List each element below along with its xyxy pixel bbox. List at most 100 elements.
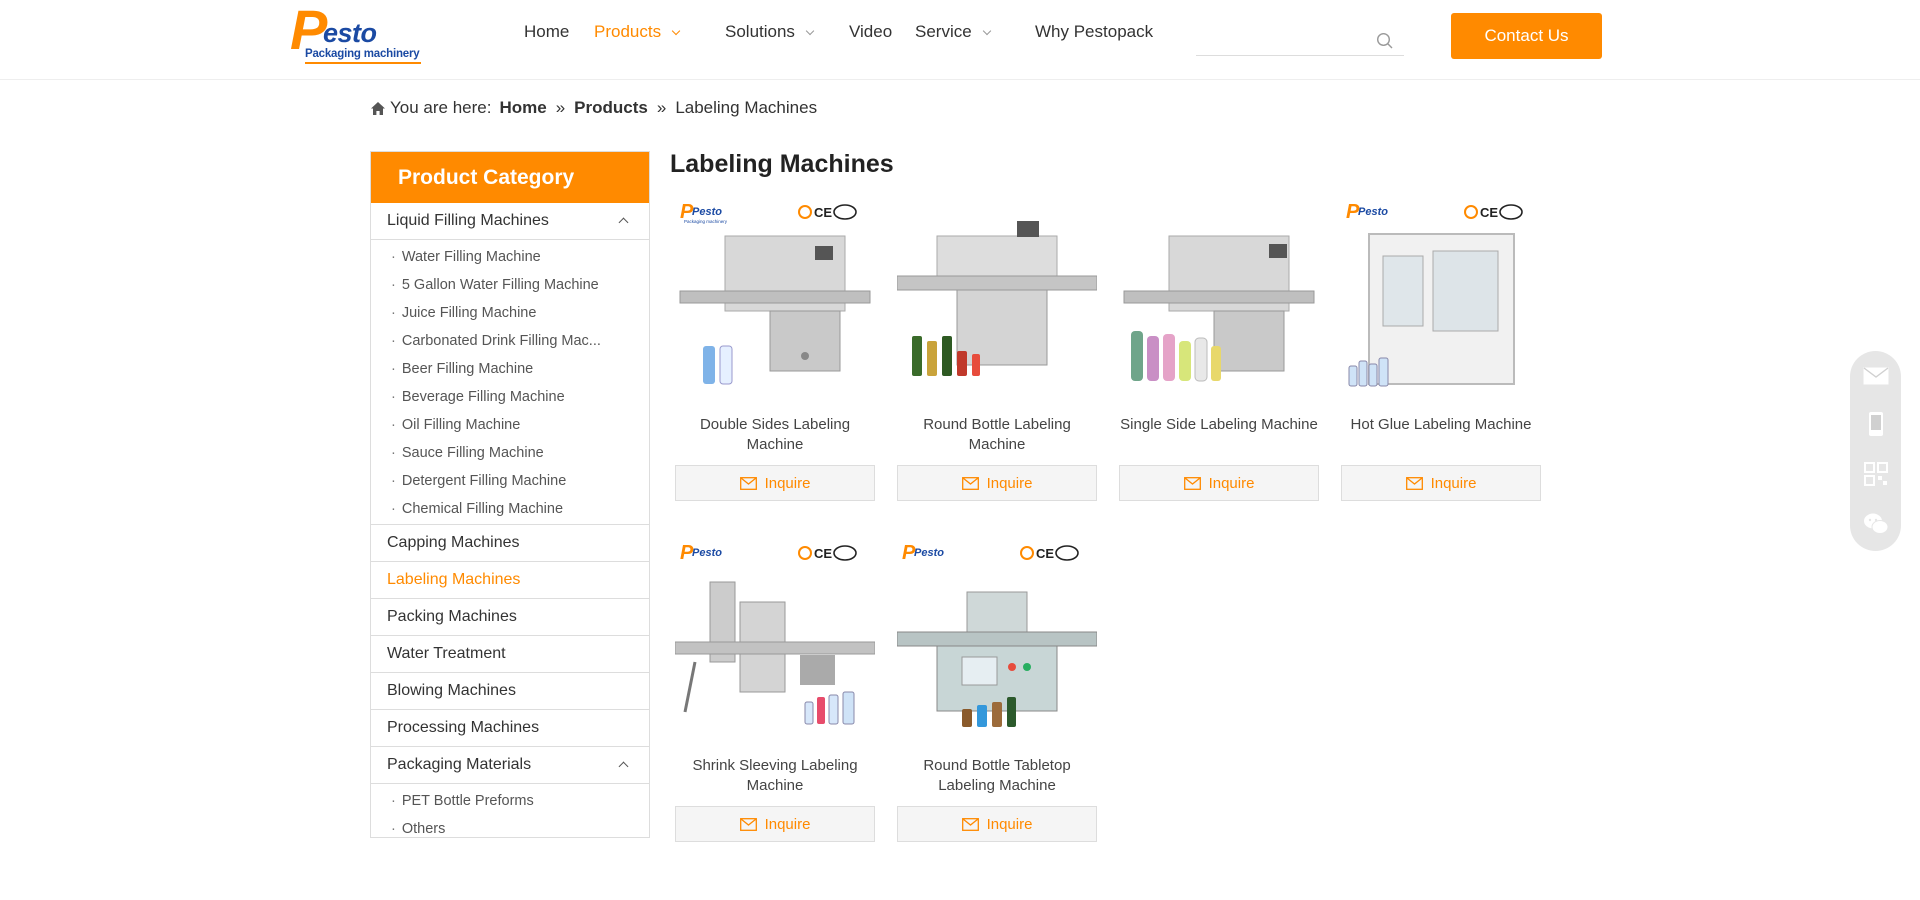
bullet-icon: · [391, 473, 396, 489]
liquid-filling-submenu: · Water Filling Machine · 5 Gallon Water F… [371, 240, 649, 525]
mobile-icon[interactable] [1863, 411, 1889, 437]
breadcrumb-separator: » [555, 98, 566, 117]
nav-products[interactable]: Products [594, 22, 681, 42]
product-image[interactable]: P Pesto Packaging machinery CE [675, 196, 875, 396]
product-card: P Pesto Packaging machinery CE Double Si… [675, 196, 875, 506]
chevron-up-icon[interactable] [618, 217, 629, 228]
mail-icon [961, 817, 979, 831]
breadcrumb-prefix: You are here: [390, 98, 492, 117]
sidebar-subitem[interactable]: · Carbonated Drink Filling Mac... [371, 327, 649, 355]
nav-video-label: Video [849, 22, 893, 41]
search-icon[interactable] [1376, 32, 1394, 50]
sidebar-item-label: Packaging Materials [387, 756, 532, 773]
bullet-icon: · [391, 445, 396, 461]
product-category-sidebar: Product Category Liquid Filling Machines… [370, 151, 650, 838]
sidebar-item-water-treatment[interactable]: Water Treatment [371, 636, 649, 673]
nav-service[interactable]: Service [915, 22, 991, 42]
sidebar-title: Product Category [371, 152, 649, 203]
sidebar-subitem-label: Chemical Filling Machine [401, 501, 564, 517]
product-name[interactable]: Shrink Sleeving Labeling Machine [675, 756, 875, 796]
inquire-button[interactable]: Inquire [1341, 465, 1541, 501]
ce-mark: CE [814, 546, 832, 561]
qr-code-icon[interactable] [1863, 461, 1889, 487]
product-name[interactable]: Round Bottle Labeling Machine [897, 415, 1097, 455]
ce-mark: CE [1036, 546, 1054, 561]
breadcrumb-home[interactable]: Home [499, 98, 546, 118]
logo-name: esto [323, 18, 377, 48]
sidebar-subitem[interactable]: · Chemical Filling Machine [371, 495, 649, 523]
product-image[interactable]: P Pesto CE [675, 537, 875, 737]
sidebar-item-liquid-filling[interactable]: Liquid Filling Machines [371, 203, 649, 240]
page-title: Labeling Machines [670, 150, 894, 178]
sidebar-subitem[interactable]: · PET Bottle Preforms [371, 787, 649, 815]
chevron-down-icon [671, 26, 681, 36]
sidebar-item-packaging-materials[interactable]: Packaging Materials [371, 747, 649, 784]
product-name[interactable]: Hot Glue Labeling Machine [1341, 415, 1541, 435]
breadcrumb-current: Labeling Machines [675, 98, 818, 117]
sidebar-item-label: Processing Machines [387, 719, 540, 736]
nav-service-label: Service [915, 22, 972, 41]
contact-us-button[interactable]: Contact Us [1451, 13, 1602, 59]
mail-icon [961, 476, 979, 490]
breadcrumb-products[interactable]: Products [574, 98, 648, 118]
sidebar-item-labeling[interactable]: Labeling Machines [371, 562, 649, 599]
mail-icon [739, 817, 757, 831]
nav-solutions-label: Solutions [725, 22, 795, 41]
bullet-icon: · [391, 821, 396, 837]
inquire-label: Inquire [1430, 474, 1477, 492]
inquire-label: Inquire [764, 815, 811, 833]
ce-mark: CE [1480, 205, 1498, 220]
sidebar-item-blowing[interactable]: Blowing Machines [371, 673, 649, 710]
sidebar-subitem-label: Detergent Filling Machine [401, 473, 567, 489]
sidebar-subitem[interactable]: · 5 Gallon Water Filling Machine [371, 271, 649, 299]
sidebar-subitem[interactable]: · Detergent Filling Machine [371, 467, 649, 495]
bullet-icon: · [391, 417, 396, 433]
nav-home[interactable]: Home [524, 22, 569, 42]
product-image[interactable] [1119, 196, 1319, 396]
sidebar-subitem[interactable]: · Water Filling Machine [371, 243, 649, 271]
nav-solutions[interactable]: Solutions [725, 22, 815, 42]
sidebar-subitem[interactable]: · Sauce Filling Machine [371, 439, 649, 467]
sidebar-subitem[interactable]: · Beverage Filling Machine [371, 383, 649, 411]
product-image[interactable] [897, 196, 1097, 396]
sidebar-item-processing[interactable]: Processing Machines [371, 710, 649, 747]
logo-tagline: Packaging machinery [305, 48, 420, 60]
nav-products-label: Products [594, 22, 662, 41]
site-header: P esto Packaging machinery Home Products… [0, 0, 1920, 80]
product-image[interactable]: P Pesto CE [1341, 196, 1541, 396]
ce-mark: CE [814, 205, 832, 220]
nav-video[interactable]: Video [849, 22, 892, 42]
mail-icon [739, 476, 757, 490]
inquire-label: Inquire [986, 815, 1033, 833]
inquire-button[interactable]: Inquire [897, 465, 1097, 501]
product-name[interactable]: Round Bottle Tabletop Labeling Machine [897, 756, 1097, 796]
sidebar-item-capping[interactable]: Capping Machines [371, 525, 649, 562]
logo[interactable]: P esto Packaging machinery [290, 2, 421, 64]
search-input[interactable] [1196, 26, 1366, 54]
bullet-icon: · [391, 333, 396, 349]
inquire-button[interactable]: Inquire [675, 465, 875, 501]
sidebar-item-label: Liquid Filling Machines [387, 212, 549, 229]
product-name[interactable]: Double Sides Labeling Machine [675, 415, 875, 455]
chevron-up-icon[interactable] [618, 761, 629, 772]
sidebar-subitem[interactable]: · Others [371, 815, 649, 843]
breadcrumb: You are here: Home » Products » Labeling… [370, 98, 817, 118]
product-name[interactable]: Single Side Labeling Machine [1119, 415, 1319, 435]
bullet-icon: · [391, 793, 396, 809]
inquire-label: Inquire [986, 474, 1033, 492]
product-image[interactable]: P Pesto CE [897, 537, 1097, 737]
wechat-icon[interactable] [1863, 511, 1889, 537]
nav-why-pestopack[interactable]: Why Pestopack [1035, 22, 1153, 42]
sidebar-subitem-label: Sauce Filling Machine [401, 445, 544, 461]
breadcrumb-separator: » [656, 98, 667, 117]
bullet-icon: · [391, 361, 396, 377]
mail-icon[interactable] [1863, 363, 1889, 389]
sidebar-subitem[interactable]: · Oil Filling Machine [371, 411, 649, 439]
badge-brand: Pesto [914, 547, 944, 559]
inquire-button[interactable]: Inquire [1119, 465, 1319, 501]
inquire-button[interactable]: Inquire [897, 806, 1097, 842]
sidebar-subitem[interactable]: · Beer Filling Machine [371, 355, 649, 383]
sidebar-subitem[interactable]: · Juice Filling Machine [371, 299, 649, 327]
sidebar-item-packing[interactable]: Packing Machines [371, 599, 649, 636]
inquire-button[interactable]: Inquire [675, 806, 875, 842]
